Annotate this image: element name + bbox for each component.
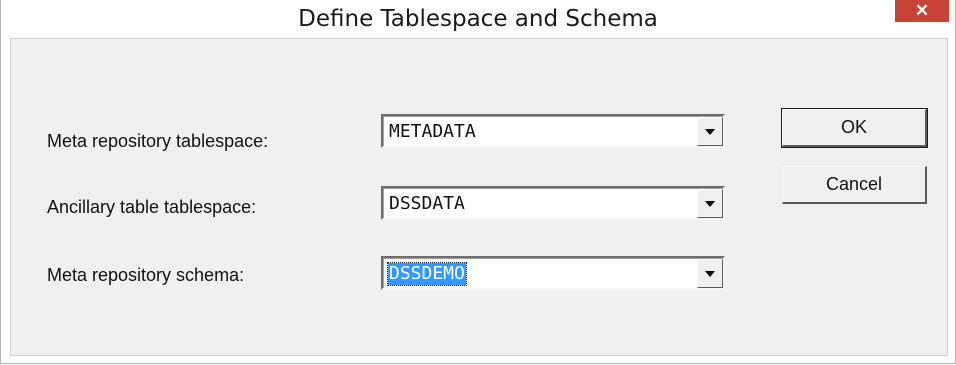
meta-tablespace-value[interactable]: METADATA (388, 121, 477, 143)
meta-tablespace-label: Meta repository tablespace: (47, 131, 269, 151)
ancillary-tablespace-dropdown-button[interactable] (697, 189, 723, 218)
dialog-body: Meta repository tablespace: METADATA Anc… (10, 38, 948, 356)
cancel-button[interactable]: Cancel (782, 166, 927, 204)
ancillary-tablespace-value[interactable]: DSSDATA (388, 193, 466, 215)
meta-schema-dropdown-button[interactable] (697, 259, 723, 288)
dialog-window: Define Tablespace and Schema ✕ Meta repo… (0, 0, 956, 364)
close-button[interactable]: ✕ (895, 0, 949, 22)
chevron-down-icon (705, 270, 715, 277)
dialog-title: Define Tablespace and Schema (298, 6, 658, 32)
chevron-down-icon (705, 200, 715, 207)
title-bar[interactable]: Define Tablespace and Schema ✕ (1, 0, 955, 38)
ok-button[interactable]: OK (781, 108, 928, 148)
meta-schema-label: Meta repository schema: (47, 265, 245, 285)
meta-tablespace-dropdown[interactable]: METADATA (381, 114, 725, 148)
meta-schema-dropdown[interactable]: DSSDEMO (381, 256, 725, 290)
meta-schema-value[interactable]: DSSDEMO (387, 262, 467, 286)
ancillary-tablespace-dropdown[interactable]: DSSDATA (381, 186, 725, 220)
close-icon: ✕ (914, 1, 930, 20)
meta-tablespace-dropdown-button[interactable] (697, 117, 723, 146)
ancillary-tablespace-label: Ancillary table tablespace: (47, 197, 257, 217)
chevron-down-icon (705, 128, 715, 135)
